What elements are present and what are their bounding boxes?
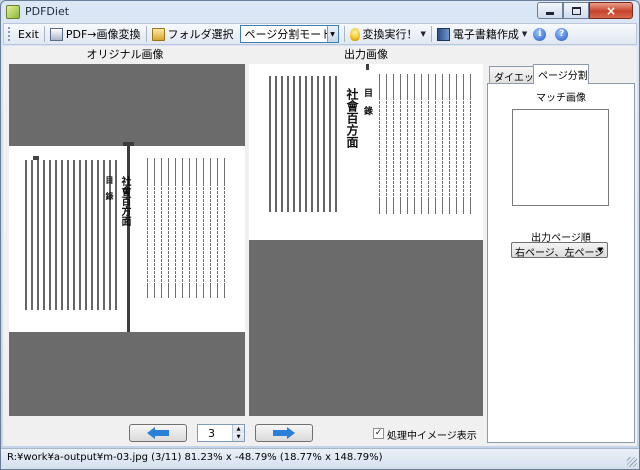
output-book-title: 社會百方面 xyxy=(345,88,359,148)
book-icon xyxy=(436,27,450,41)
help-button[interactable]: ? xyxy=(552,25,574,43)
minimize-icon xyxy=(546,12,554,15)
output-order-value: 右ページ、左ページ xyxy=(515,248,605,259)
output-page-image: 社會百方面 目 錄 xyxy=(249,64,483,236)
output-order-select[interactable]: 右ページ、左ページ ▼ xyxy=(511,242,608,259)
arrow-right-icon xyxy=(273,427,295,439)
toolbar-separator xyxy=(43,26,45,42)
show-processing-checkbox[interactable]: ✓ xyxy=(373,428,384,439)
pdf-icon xyxy=(49,27,63,41)
client-area: オリジナル画像 出力画像 社會百方面 目 錄 社會百方面 目 錄 ダイエット ペ… xyxy=(3,46,637,446)
toolbar-separator xyxy=(430,26,432,42)
split-marker xyxy=(123,142,134,146)
arrow-left-icon xyxy=(147,427,169,439)
pdf-to-image-label: PDF→画像変換 xyxy=(65,28,141,41)
bulb-icon xyxy=(349,27,360,41)
dropdown-arrow-icon: ▼ xyxy=(420,30,426,38)
dropdown-arrow-icon: ▼ xyxy=(521,30,528,38)
minimize-button[interactable] xyxy=(537,2,563,19)
mode-select[interactable]: ページ分割モード ▼ xyxy=(239,25,339,43)
page-split-panel: マッチ画像 出力ページ順 右ページ、左ページ ▼ xyxy=(487,83,635,443)
tab-diet[interactable]: ダイエット xyxy=(489,66,544,84)
output-toc-dots xyxy=(379,100,471,200)
status-bar: R:¥work¥a-output¥m-03.jpg (3/11) 81.23% … xyxy=(1,448,639,469)
pdf-to-image-button[interactable]: PDF→画像変換 xyxy=(47,25,144,43)
original-page-image: 社會百方面 目 錄 xyxy=(9,142,245,332)
original-image-pane[interactable]: 社會百方面 目 錄 xyxy=(9,64,245,416)
spinner-up-icon[interactable]: ▲ xyxy=(233,425,244,433)
page-split-line xyxy=(127,142,130,332)
output-image-pane[interactable]: 社會百方面 目 錄 xyxy=(249,64,483,416)
folder-select-label: フォルダ選択 xyxy=(167,28,234,41)
show-processing-label: 処理中イメージ表示 xyxy=(387,431,477,442)
ebook-create-label: 電子書籍作成 xyxy=(452,28,519,41)
toc-heading: 目 錄 xyxy=(105,176,115,200)
original-image-label: オリジナル画像 xyxy=(86,48,164,61)
chevron-down-icon[interactable]: ▼ xyxy=(326,26,338,42)
left-page-text xyxy=(25,160,117,310)
spinner-buttons: ▲ ▼ xyxy=(232,425,244,441)
prev-page-button[interactable] xyxy=(129,424,187,442)
navigation-bar: 3 ▲ ▼ ✓ 処理中イメージ表示 xyxy=(3,422,487,444)
output-empty-area xyxy=(249,240,483,416)
chevron-down-icon: ▼ xyxy=(597,246,603,254)
output-toc-heading: 目 錄 xyxy=(362,88,372,115)
execute-button[interactable]: 変換実行！ ▼ xyxy=(347,25,429,43)
folder-select-button[interactable]: フォルダ選択 xyxy=(149,25,237,43)
spinner-down-icon[interactable]: ▼ xyxy=(233,433,244,441)
book-title: 社會百方面 xyxy=(119,176,130,226)
maximize-icon xyxy=(571,6,581,15)
tab-strip: ダイエット ページ分割 xyxy=(487,64,637,84)
exit-button[interactable]: Exit xyxy=(15,25,42,43)
resize-grip[interactable] xyxy=(627,457,637,467)
info-button[interactable]: i xyxy=(530,25,552,43)
info-icon: i xyxy=(533,27,547,41)
next-page-button[interactable] xyxy=(255,424,313,442)
maximize-button[interactable] xyxy=(563,2,589,19)
toc-dots xyxy=(147,186,231,286)
split-marker xyxy=(366,64,369,70)
title-bar: PDFDiet × xyxy=(1,1,639,23)
app-window: PDFDiet × Exit PDF→画像変換 フォルダ選択 ページ分割モード … xyxy=(0,0,640,470)
toolbar: Exit PDF→画像変換 フォルダ選択 ページ分割モード ▼ 変換実行！ ▼ … xyxy=(3,23,637,45)
close-button[interactable]: × xyxy=(589,2,633,19)
toolbar-separator xyxy=(145,26,147,42)
mode-select-value: ページ分割モード xyxy=(244,28,327,41)
left-page-number xyxy=(33,156,39,160)
caption-buttons: × xyxy=(537,2,633,20)
close-icon: × xyxy=(605,3,617,18)
match-image-box xyxy=(512,109,609,206)
folder-icon xyxy=(151,27,165,41)
page-number-value: 3 xyxy=(208,427,215,440)
ebook-create-button[interactable]: 電子書籍作成 ▼ xyxy=(434,25,530,43)
output-left-text xyxy=(269,76,337,212)
app-icon xyxy=(6,5,20,19)
status-text: R:¥work¥a-output¥m-03.jpg (3/11) 81.23% … xyxy=(7,452,383,463)
execute-label: 変換実行！ xyxy=(362,28,418,41)
match-image-label: マッチ画像 xyxy=(536,93,586,104)
help-icon: ? xyxy=(555,27,569,41)
tab-page-split[interactable]: ページ分割 xyxy=(533,64,589,84)
page-number-spinner[interactable]: 3 ▲ ▼ xyxy=(197,424,245,442)
toolbar-grip[interactable] xyxy=(8,27,11,41)
output-image-label: 出力画像 xyxy=(344,48,388,61)
window-title: PDFDiet xyxy=(25,5,70,18)
toolbar-separator xyxy=(343,26,345,42)
